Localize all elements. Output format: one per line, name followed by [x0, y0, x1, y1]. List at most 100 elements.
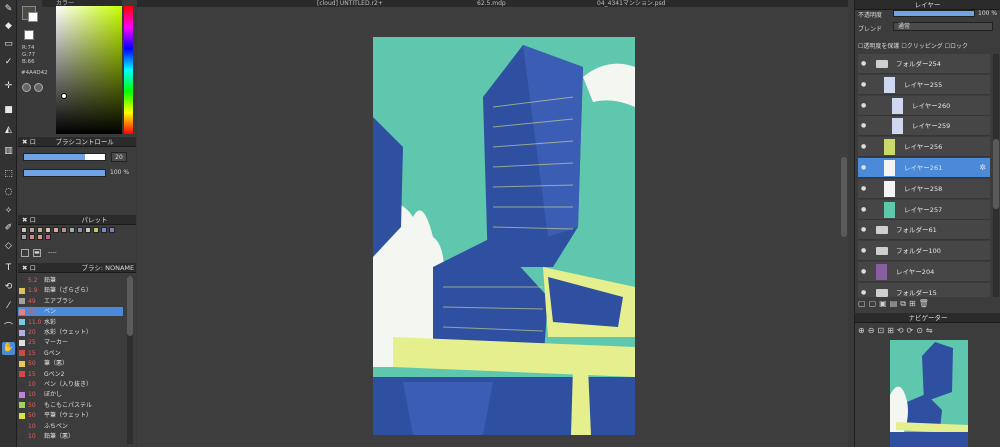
canvas-scrollbar[interactable] [841, 157, 847, 237]
eraser-tool-icon[interactable]: ◆ [2, 20, 15, 33]
tab-62-5[interactable]: 62.5.mdp [477, 0, 506, 7]
actual-size-icon[interactable]: ⊞ [887, 326, 897, 335]
new-layer-2-icon[interactable]: ▢ [869, 299, 880, 308]
layer-row[interactable]: ● レイヤー256 [858, 137, 990, 158]
eyedropper-icon[interactable]: ⁄ [2, 300, 15, 313]
color-set-icon[interactable] [34, 83, 43, 92]
palette-swatch[interactable] [37, 234, 43, 240]
eye-icon[interactable]: ● [861, 137, 866, 157]
layer-row[interactable]: ● フォルダー100 [858, 241, 990, 262]
brush-item[interactable]: 15 Gペン2 [18, 370, 123, 379]
palette-swatch[interactable] [61, 227, 67, 233]
brush-item[interactable]: 20 水彩（ウェット） [18, 328, 123, 337]
tab-untitled[interactable]: [cloud] UNTITLED.r2+ [317, 0, 383, 7]
shape-tool-icon[interactable]: ■ [2, 104, 15, 117]
lock-checkbox[interactable]: ☐ロック [945, 43, 968, 50]
eye-icon[interactable]: ● [861, 262, 866, 282]
magic-wand-icon[interactable]: ✧ [2, 205, 15, 218]
brush-item[interactable]: 10 ぼかし [18, 390, 123, 399]
opacity-slider[interactable] [23, 169, 106, 177]
eye-icon[interactable]: ● [861, 54, 866, 74]
palette-swatch[interactable] [77, 227, 83, 233]
palette-swatch[interactable] [21, 234, 27, 240]
eye-icon[interactable]: ● [861, 220, 866, 240]
new-swatch-icon[interactable] [21, 249, 29, 257]
merge-icon[interactable]: ⧉ [900, 299, 909, 308]
brush-item[interactable]: 50 平筆（ウェット） [18, 411, 123, 420]
gradient-tool-icon[interactable]: ▥ [2, 145, 15, 158]
palette-swatch[interactable] [69, 227, 75, 233]
palette-swatch[interactable] [37, 227, 43, 233]
layer-row[interactable]: ● レイヤー255 [858, 74, 990, 95]
rotate-left-icon[interactable]: ⟲ [897, 326, 907, 335]
eye-icon[interactable]: ● [861, 116, 866, 136]
rotate-right-icon[interactable]: ⟳ [907, 326, 917, 335]
eye-icon[interactable]: ● [861, 75, 866, 95]
bucket-tool-icon[interactable]: ◭ [2, 124, 15, 137]
saturation-value-square[interactable] [56, 6, 122, 134]
clipping-checkbox[interactable]: ☐クリッピング [901, 43, 942, 50]
palette-swatch[interactable] [53, 227, 59, 233]
eye-icon[interactable]: ● [861, 179, 866, 199]
fit-icon[interactable]: ⊡ [877, 326, 887, 335]
brush-item[interactable]: 10 ふちペン [18, 422, 123, 431]
move-tool-icon[interactable]: ✛ [2, 80, 15, 93]
layer-row[interactable]: ● レイヤー257 [858, 199, 990, 220]
layer-row[interactable]: ● フォルダー61 [858, 220, 990, 241]
brush-item[interactable]: 25 マーカー [18, 338, 123, 347]
protect-alpha-checkbox[interactable]: ☐透明度を保護 [858, 43, 899, 50]
eye-icon[interactable]: ● [861, 96, 866, 116]
sub-color-swatch[interactable] [28, 12, 38, 22]
lasso-icon[interactable]: ◌ [2, 186, 15, 199]
brush-item[interactable]: 15 Gペン [18, 349, 123, 358]
select-tool-icon[interactable]: ▭ [2, 38, 15, 51]
brush-item[interactable]: 20 ペン [18, 307, 123, 317]
palette-swatch[interactable] [45, 234, 51, 240]
layer-scrollbar[interactable] [993, 54, 999, 297]
palette-swatch[interactable] [93, 227, 99, 233]
brush-tool-icon[interactable]: ✓ [2, 56, 15, 69]
layer-row[interactable]: ● フォルダー254 [858, 54, 990, 74]
text-tool-icon[interactable]: T [2, 262, 15, 275]
color-picker-cursor[interactable] [61, 93, 67, 99]
zoom-out-icon[interactable]: ⊖ [868, 326, 878, 335]
palette-swatch[interactable] [45, 227, 51, 233]
reset-rotation-icon[interactable]: ⊙ [916, 326, 926, 335]
layer-opacity-slider[interactable] [893, 10, 975, 17]
eye-icon[interactable]: ● [861, 283, 866, 297]
brush-item[interactable]: 50 筆（悪） [18, 359, 123, 368]
size-slider[interactable] [23, 153, 106, 161]
eye-icon[interactable]: ● [861, 158, 866, 178]
tab-mansion-psd[interactable]: 04_4341マンション.psd [597, 0, 666, 7]
layer-row[interactable]: ● レイヤー261 ✲ [858, 158, 990, 178]
size-value[interactable]: 20 [111, 152, 127, 162]
navigator-preview[interactable] [890, 340, 968, 447]
brush-item[interactable]: 11.0 水彩 [18, 318, 123, 327]
brush-list-scrollbar[interactable] [127, 276, 133, 444]
copy-layer-icon[interactable]: ⊞ [909, 299, 919, 308]
new-layer-3-icon[interactable]: ▣ [879, 299, 890, 308]
palette-swatch[interactable] [101, 227, 107, 233]
brush-item[interactable]: 1.9 鉛筆（ざらざら） [18, 286, 123, 295]
hand-tool-icon[interactable]: ✋ [2, 342, 15, 355]
blend-select[interactable]: 通常 [893, 22, 993, 31]
artwork-canvas[interactable] [373, 37, 635, 435]
palette-swatch[interactable] [29, 234, 35, 240]
brush-item[interactable]: 49 エアブラシ [18, 297, 123, 306]
palette-swatch[interactable] [29, 227, 35, 233]
divide-tool-icon[interactable]: ⟲ [2, 281, 15, 294]
hand-ruler-icon[interactable]: ⌒ [2, 322, 15, 335]
hue-bar[interactable] [124, 6, 133, 134]
select-pen-icon[interactable]: ✐ [2, 222, 15, 235]
folder-icon[interactable]: ▤ [890, 299, 901, 308]
select-eraser-icon[interactable]: ◇ [2, 240, 15, 253]
eye-icon[interactable]: ● [861, 200, 866, 220]
layer-row[interactable]: ● レイヤー204 [858, 262, 990, 282]
palette-swatch[interactable] [21, 227, 27, 233]
brush-scroll-thumb[interactable] [127, 276, 133, 336]
layer-row[interactable]: ● レイヤー258 [858, 178, 990, 199]
layer-row[interactable]: ● レイヤー260 [858, 95, 990, 116]
delete-swatch-icon[interactable]: ▬ [33, 249, 41, 257]
brush-item[interactable]: 10 ペン（入り抜き） [18, 380, 123, 389]
brush-item[interactable]: 50 もこもこパステル [18, 401, 123, 410]
